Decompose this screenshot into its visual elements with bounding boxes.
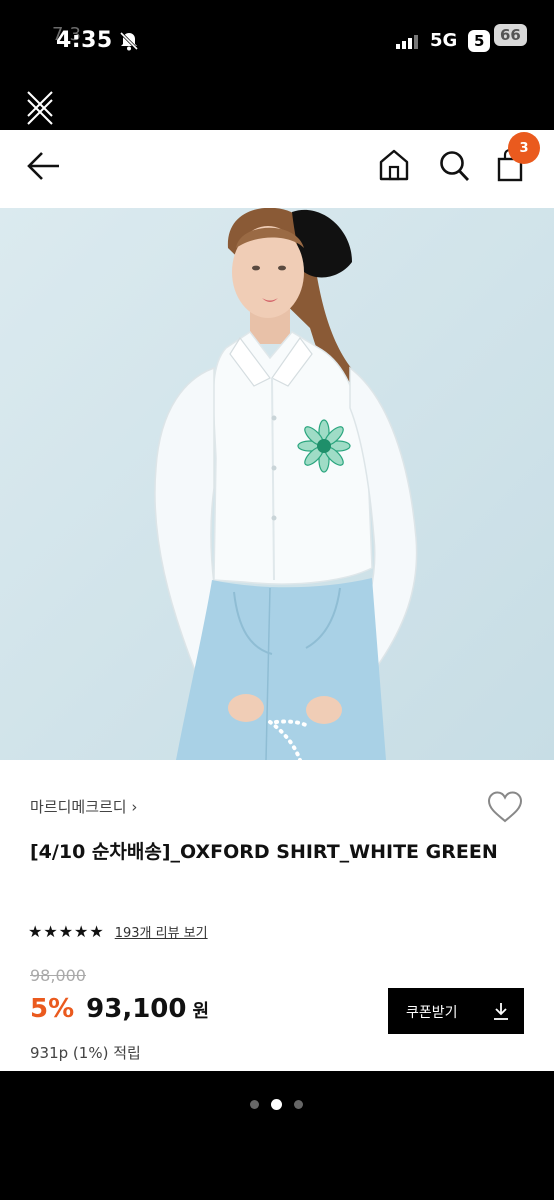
original-price: 98,000	[30, 966, 86, 985]
sale-price: 93,100	[86, 994, 187, 1024]
product-info: 마르디메크르디 › [4/10 순차배송]_OXFORD SHIRT_WHITE…	[0, 760, 554, 1071]
review-link[interactable]: 193개 리뷰 보기	[115, 922, 208, 941]
status-bar: 7:3 4:35 5G 66 5	[0, 0, 554, 80]
page-dot-2[interactable]	[271, 1099, 282, 1110]
brand-link[interactable]: 마르디메크르디 ›	[30, 796, 137, 817]
bottom-overlay	[0, 1071, 554, 1200]
heart-icon[interactable]	[486, 790, 524, 824]
coupon-download-button[interactable]: 쿠폰받기	[388, 988, 524, 1034]
product-photo	[0, 208, 554, 760]
signal-icon	[396, 35, 418, 49]
ghost-battery: 66	[494, 24, 527, 46]
download-icon	[494, 1003, 508, 1020]
cart-count-badge: 3	[508, 132, 540, 164]
product-image[interactable]	[0, 208, 554, 760]
price-row: 5% 93,100 원	[30, 994, 209, 1024]
rating-row: ★★★★★ 193개 리뷰 보기	[28, 922, 208, 941]
coupon-button-label: 쿠폰받기	[406, 1005, 458, 1021]
search-icon[interactable]	[438, 149, 470, 183]
currency-label: 원	[192, 1001, 210, 1022]
close-icon[interactable]	[26, 86, 54, 126]
back-arrow-icon[interactable]	[26, 150, 62, 182]
page-dot-1[interactable]	[250, 1100, 259, 1109]
page-dot-3[interactable]	[294, 1100, 303, 1109]
battery-indicator: 5	[468, 30, 491, 52]
app-header: 3	[0, 130, 554, 208]
network-label: 5G	[430, 30, 458, 51]
bell-muted-icon	[119, 31, 139, 51]
reward-points: 931p (1%) 적립	[30, 1044, 141, 1062]
page-dots	[244, 1099, 309, 1110]
star-rating: ★★★★★	[28, 922, 105, 941]
home-icon[interactable]	[378, 148, 410, 182]
discount-rate: 5%	[30, 994, 75, 1024]
status-time: 4:35	[56, 28, 113, 53]
overlay-bar	[0, 80, 554, 130]
product-title: [4/10 순차배송]_OXFORD SHIRT_WHITE GREEN	[30, 841, 498, 863]
